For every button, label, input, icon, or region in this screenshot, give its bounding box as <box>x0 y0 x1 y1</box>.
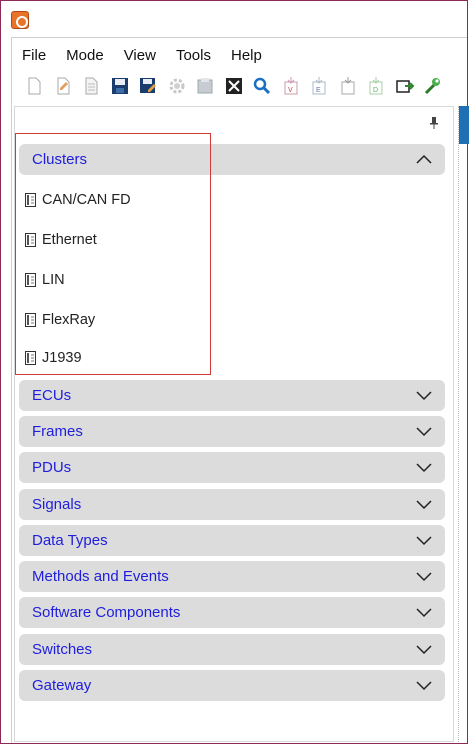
cluster-item-label: Ethernet <box>42 232 97 248</box>
menu-view[interactable]: View <box>114 44 166 68</box>
section-label: Clusters <box>32 151 88 168</box>
menu-mode[interactable]: Mode <box>56 44 114 68</box>
section-gateway[interactable]: Gateway <box>19 670 445 701</box>
export-run-icon[interactable] <box>391 74 420 98</box>
cluster-item-label: FlexRay <box>42 312 96 328</box>
menu-help[interactable]: Help <box>221 44 272 68</box>
section-clusters[interactable]: Clusters <box>19 144 445 175</box>
document-icon <box>25 273 36 287</box>
document-icon <box>25 313 36 327</box>
document-icon[interactable] <box>77 74 106 98</box>
section-label: Data Types <box>32 532 108 549</box>
chevron-up-icon <box>416 154 432 164</box>
new-file-icon[interactable] <box>20 74 49 98</box>
document-icon <box>25 193 36 207</box>
section-label: Switches <box>32 641 93 658</box>
export-e-icon[interactable]: E <box>305 74 334 98</box>
document-icon <box>25 351 36 365</box>
chevron-down-icon <box>416 645 432 655</box>
cluster-item-can[interactable]: CAN/CAN FD <box>25 189 131 211</box>
svg-text:V: V <box>288 87 293 94</box>
menu-tools[interactable]: Tools <box>166 44 221 68</box>
right-panel-edge <box>458 106 469 742</box>
chevron-down-icon <box>416 536 432 546</box>
section-label: Frames <box>32 423 83 440</box>
section-switches[interactable]: Switches <box>19 634 445 665</box>
toolbar: V E D <box>20 74 448 98</box>
save-icon[interactable] <box>106 74 135 98</box>
cluster-item-label: LIN <box>42 272 65 288</box>
chevron-down-icon <box>416 572 432 582</box>
wrench-icon[interactable] <box>419 74 448 98</box>
cluster-item-j1939[interactable]: J1939 <box>25 347 82 369</box>
chevron-down-icon <box>416 500 432 510</box>
title-bar <box>1 1 467 37</box>
section-software-components[interactable]: Software Components <box>19 597 445 628</box>
section-label: Gateway <box>32 677 92 694</box>
export-d-icon[interactable]: D <box>362 74 391 98</box>
section-frames[interactable]: Frames <box>19 416 445 447</box>
pin-icon[interactable] <box>429 117 439 129</box>
chevron-down-icon <box>416 463 432 473</box>
cluster-item-label: CAN/CAN FD <box>42 192 131 208</box>
section-label: PDUs <box>32 459 72 476</box>
section-pdus[interactable]: PDUs <box>19 452 445 483</box>
close-x-icon[interactable] <box>220 74 249 98</box>
cluster-item-ethernet[interactable]: Ethernet <box>25 229 97 251</box>
menu-bar: File Mode View Tools Help <box>12 44 272 68</box>
generate-icon[interactable] <box>191 74 220 98</box>
settings-gear-icon[interactable] <box>163 74 192 98</box>
cluster-item-flexray[interactable]: FlexRay <box>25 309 95 331</box>
section-label: Methods and Events <box>32 568 169 585</box>
svg-text:E: E <box>316 87 321 94</box>
export-icon[interactable] <box>334 74 363 98</box>
document-icon <box>25 233 36 247</box>
section-methods-and-events[interactable]: Methods and Events <box>19 561 445 592</box>
section-label: Signals <box>32 496 82 513</box>
export-v-icon[interactable]: V <box>277 74 306 98</box>
menu-file[interactable]: File <box>12 44 56 68</box>
chevron-down-icon <box>416 681 432 691</box>
cluster-item-lin[interactable]: LIN <box>25 269 65 291</box>
svg-text:D: D <box>373 87 378 94</box>
cluster-item-label: J1939 <box>42 350 82 366</box>
right-panel-tab[interactable] <box>459 106 469 144</box>
section-ecus[interactable]: ECUs <box>19 380 445 411</box>
chevron-down-icon <box>416 391 432 401</box>
section-label: ECUs <box>32 387 72 404</box>
save-as-icon[interactable] <box>134 74 163 98</box>
search-icon[interactable] <box>248 74 277 98</box>
app-logo-icon[interactable] <box>11 11 29 29</box>
edit-file-icon[interactable] <box>49 74 78 98</box>
section-signals[interactable]: Signals <box>19 489 445 520</box>
section-data-types[interactable]: Data Types <box>19 525 445 556</box>
chevron-down-icon <box>416 608 432 618</box>
chevron-down-icon <box>416 427 432 437</box>
section-label: Software Components <box>32 604 181 621</box>
